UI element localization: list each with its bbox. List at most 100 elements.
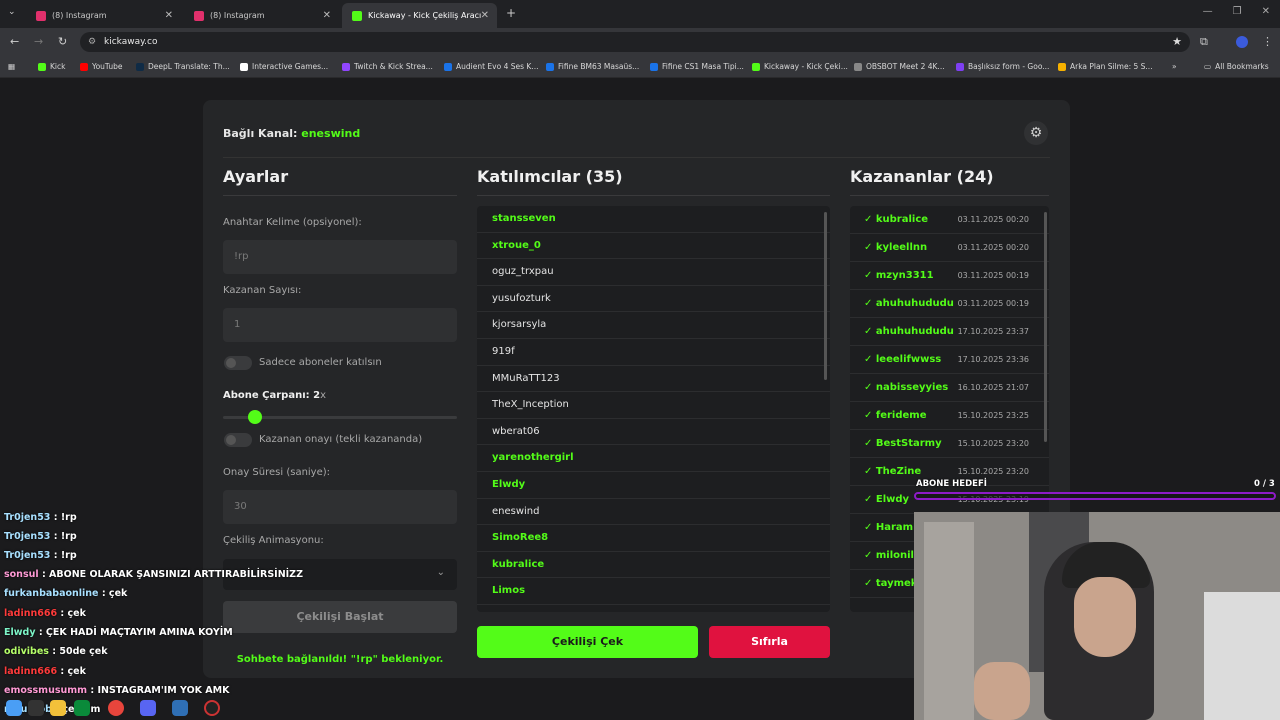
winner-row: ✓ ferideme 15.10.2025 23:25	[850, 402, 1049, 430]
chat-text: : çek	[60, 666, 86, 677]
winner-date: 15.10.2025 23:20	[957, 467, 1029, 476]
tab-kickaway[interactable]: Kickaway - Kick Çekiliş Aracı ✕	[342, 3, 497, 28]
winner-name: ✓ mzyn3311	[864, 270, 934, 281]
chat-message: ladinn666 : çek	[4, 608, 86, 619]
winner-row: ✓ kyleellnn 03.11.2025 00:20	[850, 234, 1049, 262]
sub-goal-label: ABONE HEDEFİ	[916, 479, 987, 489]
chat-username: sonsul	[4, 569, 39, 580]
winner-name: ✓ leeelifwwss	[864, 354, 942, 365]
close-tab-icon[interactable]: ✕	[323, 10, 331, 21]
kick-icon	[352, 10, 362, 21]
participant-row: 919f	[477, 339, 830, 366]
task-view-icon[interactable]	[28, 700, 44, 716]
bookmark-kick[interactable]: Kick	[38, 62, 65, 71]
keyword-input[interactable]: !rp	[223, 240, 457, 274]
winner-row: ✓ mzyn3311 03.11.2025 00:19	[850, 262, 1049, 290]
confirm-time-input[interactable]: 30	[223, 490, 457, 524]
bookmark-games[interactable]: Interactive Games...	[240, 62, 328, 71]
participant-row: Elwdy	[477, 472, 830, 499]
tab-label: (8) Instagram	[210, 11, 265, 20]
instagram-icon	[194, 10, 204, 21]
twitch-icon	[342, 62, 350, 71]
chat-text: : 50de çek	[52, 646, 108, 657]
draw-button[interactable]: Çekilişi Çek	[477, 626, 698, 658]
sub-multiplier-slider-handle[interactable]	[248, 410, 262, 424]
tab-search-icon[interactable]: ⌄	[8, 7, 16, 17]
reset-button[interactable]: Sıfırla	[709, 626, 830, 658]
chat-username: ladinn666	[4, 666, 58, 677]
participants-scrollbar[interactable]	[824, 212, 827, 380]
chat-text: : çek	[101, 588, 128, 599]
bookmark-audient[interactable]: Audient Evo 4 Ses K...	[444, 62, 538, 71]
gear-icon[interactable]: ⚙	[1024, 121, 1048, 145]
obs-icon[interactable]	[204, 700, 220, 716]
settings-title: Ayarlar	[223, 167, 289, 186]
bookmark-deepl[interactable]: DeepL Translate: Th...	[136, 62, 230, 71]
start-giveaway-button[interactable]: Çekilişi Başlat	[223, 601, 457, 633]
tab-instagram-1[interactable]: (8) Instagram ✕	[26, 3, 181, 28]
participants-list[interactable]: stansseven xtroue_0 oguz_trxpau yusufozturk…	[477, 206, 830, 612]
start-icon[interactable]	[6, 700, 22, 716]
bookmark-obsbot[interactable]: OBSBOT Meet 2 4K...	[854, 62, 945, 71]
back-icon[interactable]: ←	[10, 35, 19, 48]
divider	[477, 195, 830, 196]
minimize-icon[interactable]: —	[1203, 6, 1213, 17]
forward-icon[interactable]: →	[34, 35, 43, 48]
chat-username: Tr0jen53	[4, 531, 51, 542]
chat-message: Elwdy : ÇEK HADİ MAÇTAYIM AMINA KOYİM	[4, 627, 233, 638]
reload-icon[interactable]: ↻	[58, 35, 67, 48]
participant-row: stansseven	[477, 206, 830, 233]
more-bookmarks-icon[interactable]: »	[1172, 62, 1177, 71]
profile-avatar[interactable]	[1236, 36, 1248, 48]
bookmark-fifine-cs1[interactable]: Fifine CS1 Masa Tipi...	[650, 62, 744, 71]
url-input[interactable]: ⚙ kickaway.co ★	[80, 32, 1190, 52]
bookmark-youtube[interactable]: YouTube	[80, 62, 123, 71]
bookmark-star-icon[interactable]: ★	[1172, 32, 1182, 52]
chat-message: Tr0jen53 : !rp	[4, 531, 77, 542]
link-icon	[240, 62, 248, 71]
participant-row: eneswind	[477, 499, 830, 526]
subs-only-toggle[interactable]	[224, 356, 252, 370]
winner-name: ✓ ahuhuhududu	[864, 298, 954, 309]
bookmark-google-form[interactable]: Başlıksız form - Goo...	[956, 62, 1049, 71]
tab-label: Kickaway - Kick Çekiliş Aracı	[368, 11, 482, 20]
extensions-icon[interactable]: ⧉	[1200, 35, 1208, 49]
chat-username: emossmusumm	[4, 685, 88, 696]
file-explorer-icon[interactable]	[50, 700, 66, 716]
winner-date: 15.10.2025 23:20	[957, 439, 1029, 448]
bookmark-bg-remove[interactable]: Arka Plan Silme: 5 S...	[1058, 62, 1153, 71]
winner-name: ✓ TheZine	[864, 466, 922, 477]
participant-row: kjorsarsyla	[477, 312, 830, 339]
restore-icon[interactable]: ❐	[1233, 6, 1242, 17]
chrome-icon[interactable]	[108, 700, 124, 716]
site-info-icon[interactable]: ⚙	[88, 32, 96, 52]
kick-icon	[752, 62, 760, 71]
webcam-hand	[974, 662, 1030, 720]
app-icon[interactable]	[172, 700, 188, 716]
close-window-icon[interactable]: ✕	[1262, 6, 1270, 17]
new-tab-icon[interactable]: +	[506, 6, 516, 20]
winner-row: ✓ kubralice 03.11.2025 00:20	[850, 206, 1049, 234]
instagram-icon	[36, 10, 46, 21]
menu-icon[interactable]: ⋮	[1262, 35, 1273, 48]
tab-instagram-2[interactable]: (8) Instagram ✕	[184, 3, 339, 28]
winner-count-input[interactable]: 1	[223, 308, 457, 342]
animation-label: Çekiliş Animasyonu:	[223, 535, 324, 546]
bookmark-kickaway[interactable]: Kickaway - Kick Çeki...	[752, 62, 848, 71]
bookmark-fifine-bm63[interactable]: Fifine BM63 Masaüs...	[546, 62, 639, 71]
discord-icon[interactable]	[140, 700, 156, 716]
chat-message: Tr0jen53 : !rp	[4, 550, 77, 561]
spotify-icon[interactable]	[74, 700, 90, 716]
winner-date: 16.10.2025 21:07	[957, 383, 1029, 392]
channel-label: Bağlı Kanal:	[223, 127, 298, 140]
close-tab-icon[interactable]: ✕	[165, 10, 173, 21]
all-bookmarks[interactable]: ▭ All Bookmarks	[1204, 62, 1269, 71]
winner-count-label: Kazanan Sayısı:	[223, 285, 302, 296]
subs-only-label: Sadece aboneler katılsın	[259, 357, 382, 368]
close-tab-icon[interactable]: ✕	[481, 10, 489, 21]
winner-confirm-toggle[interactable]	[224, 433, 252, 447]
apps-icon[interactable]: ▦	[8, 62, 15, 71]
bookmark-twitch-kick[interactable]: Twitch & Kick Strea...	[342, 62, 433, 71]
chat-text: : ABONE OLARAK ŞANSINIZI ARTTIRABİLİRSİN…	[41, 569, 303, 580]
winners-scrollbar[interactable]	[1044, 212, 1047, 442]
